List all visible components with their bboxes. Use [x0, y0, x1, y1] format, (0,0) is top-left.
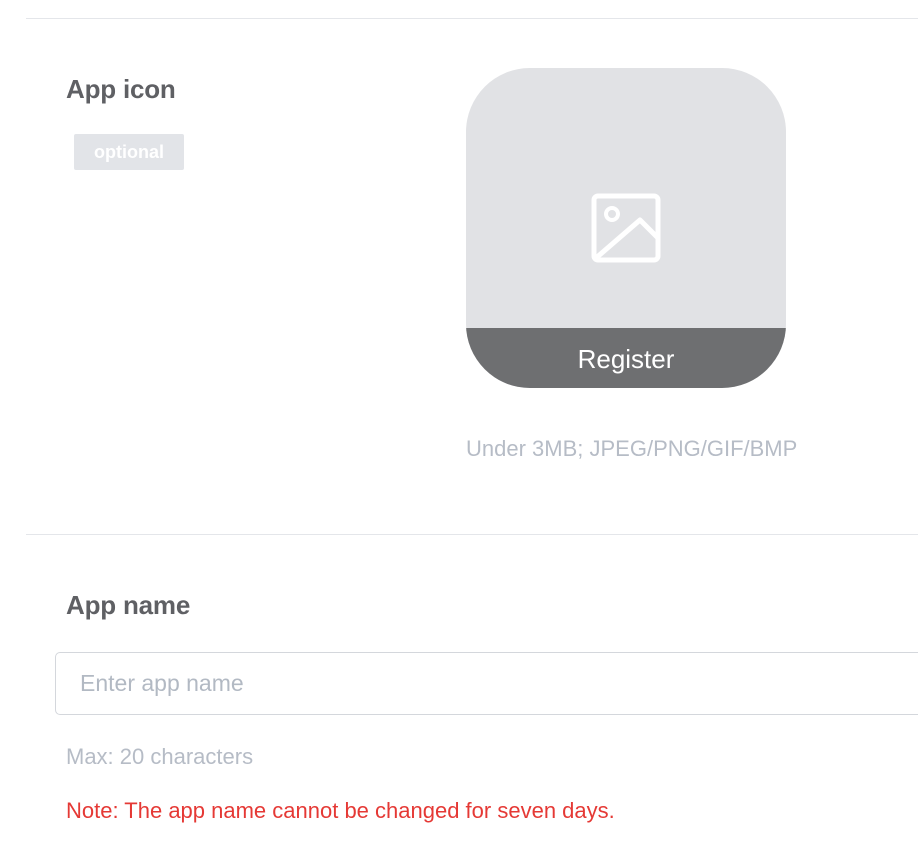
- app-icon-upload[interactable]: Register: [466, 68, 786, 388]
- app-name-input[interactable]: [55, 652, 918, 715]
- name-change-note: Note: The app name cannot be changed for…: [66, 798, 615, 823]
- max-characters-hint: Max: 20 characters: [66, 744, 254, 769]
- app-name-title: App name: [66, 590, 191, 620]
- optional-badge: optional: [74, 134, 184, 170]
- image-icon: [591, 193, 661, 263]
- upload-hint: Under 3MB; JPEG/PNG/GIF/BMP: [466, 436, 798, 461]
- register-button[interactable]: Register: [466, 328, 786, 388]
- section-divider: [26, 534, 918, 535]
- top-divider: [26, 18, 918, 19]
- app-icon-title: App icon: [66, 74, 176, 104]
